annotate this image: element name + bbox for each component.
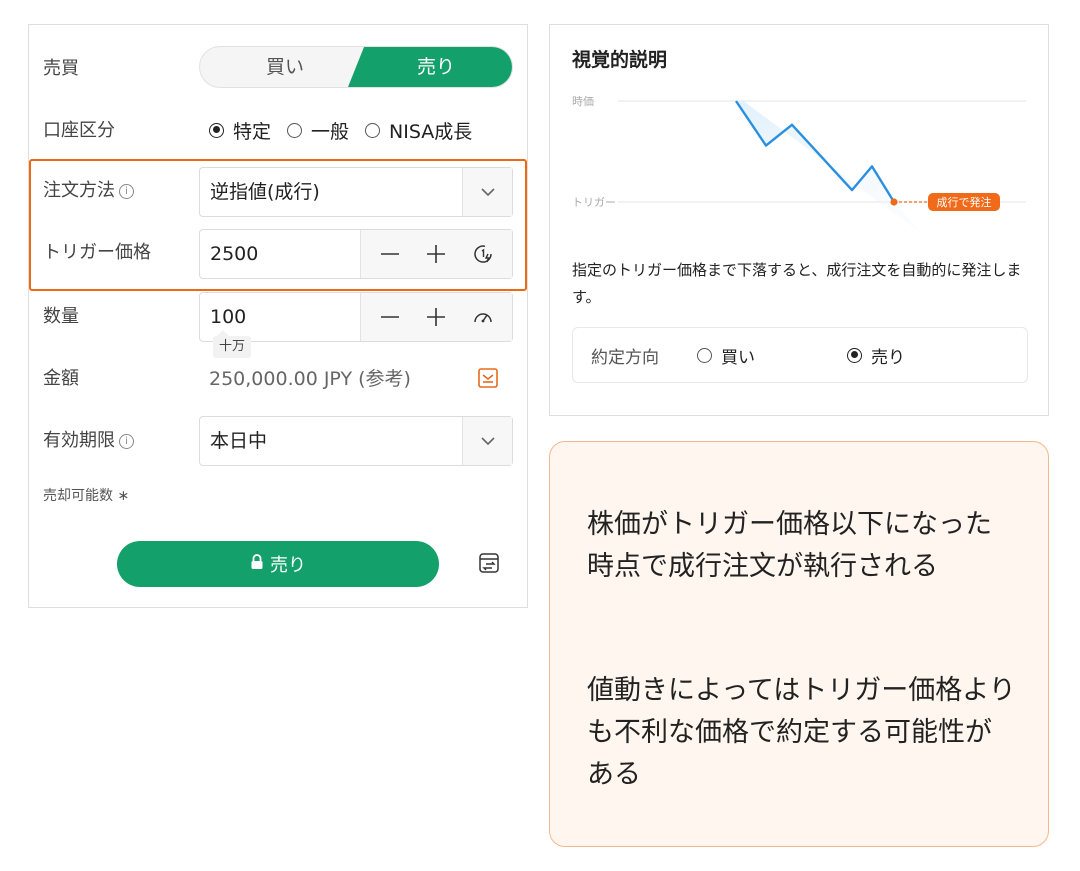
radio-empty-icon — [365, 122, 381, 138]
trigger-price-stepper — [360, 230, 512, 278]
quantity-unit-hint: 十万 — [213, 330, 252, 358]
chevron-down-icon[interactable] — [462, 417, 512, 465]
trigger-chart: 時価 トリガー 成行で発注 — [572, 95, 1026, 234]
plus-icon[interactable] — [418, 299, 454, 335]
sellable-quantity-value: ∗ — [117, 488, 130, 504]
lock-icon — [250, 553, 264, 575]
direction-option-label: 買い — [721, 347, 755, 368]
info-icon[interactable]: i — [119, 434, 134, 449]
amount-value: 250,000.00 JPY (参考) — [209, 368, 411, 390]
direction-option-label: 売り — [871, 347, 905, 368]
submit-sell-label: 売り — [270, 555, 306, 576]
price-area-fill — [736, 100, 922, 234]
account-option-label: 特定 — [233, 120, 272, 143]
account-option-label: NISA成長 — [389, 120, 473, 143]
order-method-value: 逆指値(成行) — [210, 181, 320, 203]
expiry-value: 本日中 — [210, 430, 268, 452]
chevron-down-icon[interactable] — [462, 168, 512, 216]
quantity-stepper — [360, 293, 512, 341]
account-option-ippan[interactable]: 一般 — [287, 117, 349, 144]
radio-selected-icon — [847, 347, 862, 363]
note-text: 値動きによってはトリガー価格よりも不利な価格で約定する可能性がある — [587, 675, 1016, 790]
explanation-title: 視覚的説明 — [572, 49, 668, 71]
trigger-point — [890, 198, 898, 206]
expand-icon[interactable] — [477, 367, 499, 389]
amount-label: 金額 — [43, 368, 79, 389]
radio-empty-icon — [287, 122, 303, 138]
side-label: 売買 — [43, 58, 79, 79]
expiry-label: 有効期限 i — [43, 429, 134, 453]
minus-icon[interactable] — [372, 299, 408, 335]
radio-empty-icon — [697, 347, 712, 363]
sellable-quantity: 売却可能数 ∗ — [43, 488, 130, 504]
info-icon[interactable]: i — [119, 184, 134, 199]
account-option-label: 一般 — [311, 120, 350, 143]
quantity-field: 100 — [199, 292, 513, 342]
trigger-badge: 成行で発注 — [928, 193, 1000, 211]
quantity-label: 数量 — [43, 306, 79, 327]
sell-toggle-option[interactable]: 売り — [348, 47, 512, 87]
minus-icon[interactable] — [372, 236, 408, 272]
execution-direction-box: 約定方向 買い 売り — [572, 327, 1028, 383]
price-axis-label: 時価 — [572, 95, 594, 108]
radio-selected-icon — [209, 122, 224, 138]
trigger-price-label: トリガー価格 — [43, 242, 151, 263]
account-type-radio-group: 特定 一般 NISA成長 — [209, 117, 488, 143]
account-option-tokutei[interactable]: 特定 — [209, 117, 271, 144]
current-price-icon[interactable] — [465, 236, 501, 272]
direction-option-buy[interactable]: 買い — [697, 343, 847, 368]
trigger-axis-label: トリガー — [572, 196, 616, 209]
account-option-nisa[interactable]: NISA成長 — [365, 117, 472, 144]
order-method-label: 注文方法 i — [43, 179, 134, 203]
note-card: 株価がトリガー価格以下になった時点で成行注文が執行される 値動きによってはトリガ… — [549, 441, 1049, 847]
gauge-icon[interactable] — [465, 299, 501, 335]
note-text: 株価がトリガー価格以下になった時点で成行注文が執行される — [587, 509, 992, 582]
order-method-select[interactable]: 逆指値(成行) — [199, 167, 513, 217]
switch-panel-icon[interactable] — [477, 551, 501, 575]
expiry-select[interactable]: 本日中 — [199, 416, 513, 466]
order-form-panel: 売買 買い 売り 口座区分 特定 一般 NISA成長 注文方法 i 逆指値(成行)… — [28, 24, 528, 608]
explanation-description: 指定のトリガー価格まで下落すると、成行注文を自動的に発注します。 — [572, 261, 1022, 306]
visual-explanation-panel: 視覚的説明 時価 トリガー 成行で発注 指定のトリガー価格まで下落すると、成行注… — [549, 24, 1049, 416]
submit-sell-button[interactable]: 売り — [117, 541, 439, 587]
execution-direction-label: 約定方向 — [591, 347, 659, 368]
buy-sell-toggle: 買い 売り — [199, 46, 513, 88]
buy-toggle-option[interactable]: 買い — [200, 47, 370, 87]
trigger-price-input[interactable]: 2500 — [210, 230, 258, 278]
trigger-price-field: 2500 — [199, 229, 513, 279]
plus-icon[interactable] — [418, 236, 454, 272]
account-type-label: 口座区分 — [43, 120, 115, 141]
svg-text:成行で発注: 成行で発注 — [937, 195, 992, 209]
direction-option-sell[interactable]: 売り — [847, 343, 997, 368]
